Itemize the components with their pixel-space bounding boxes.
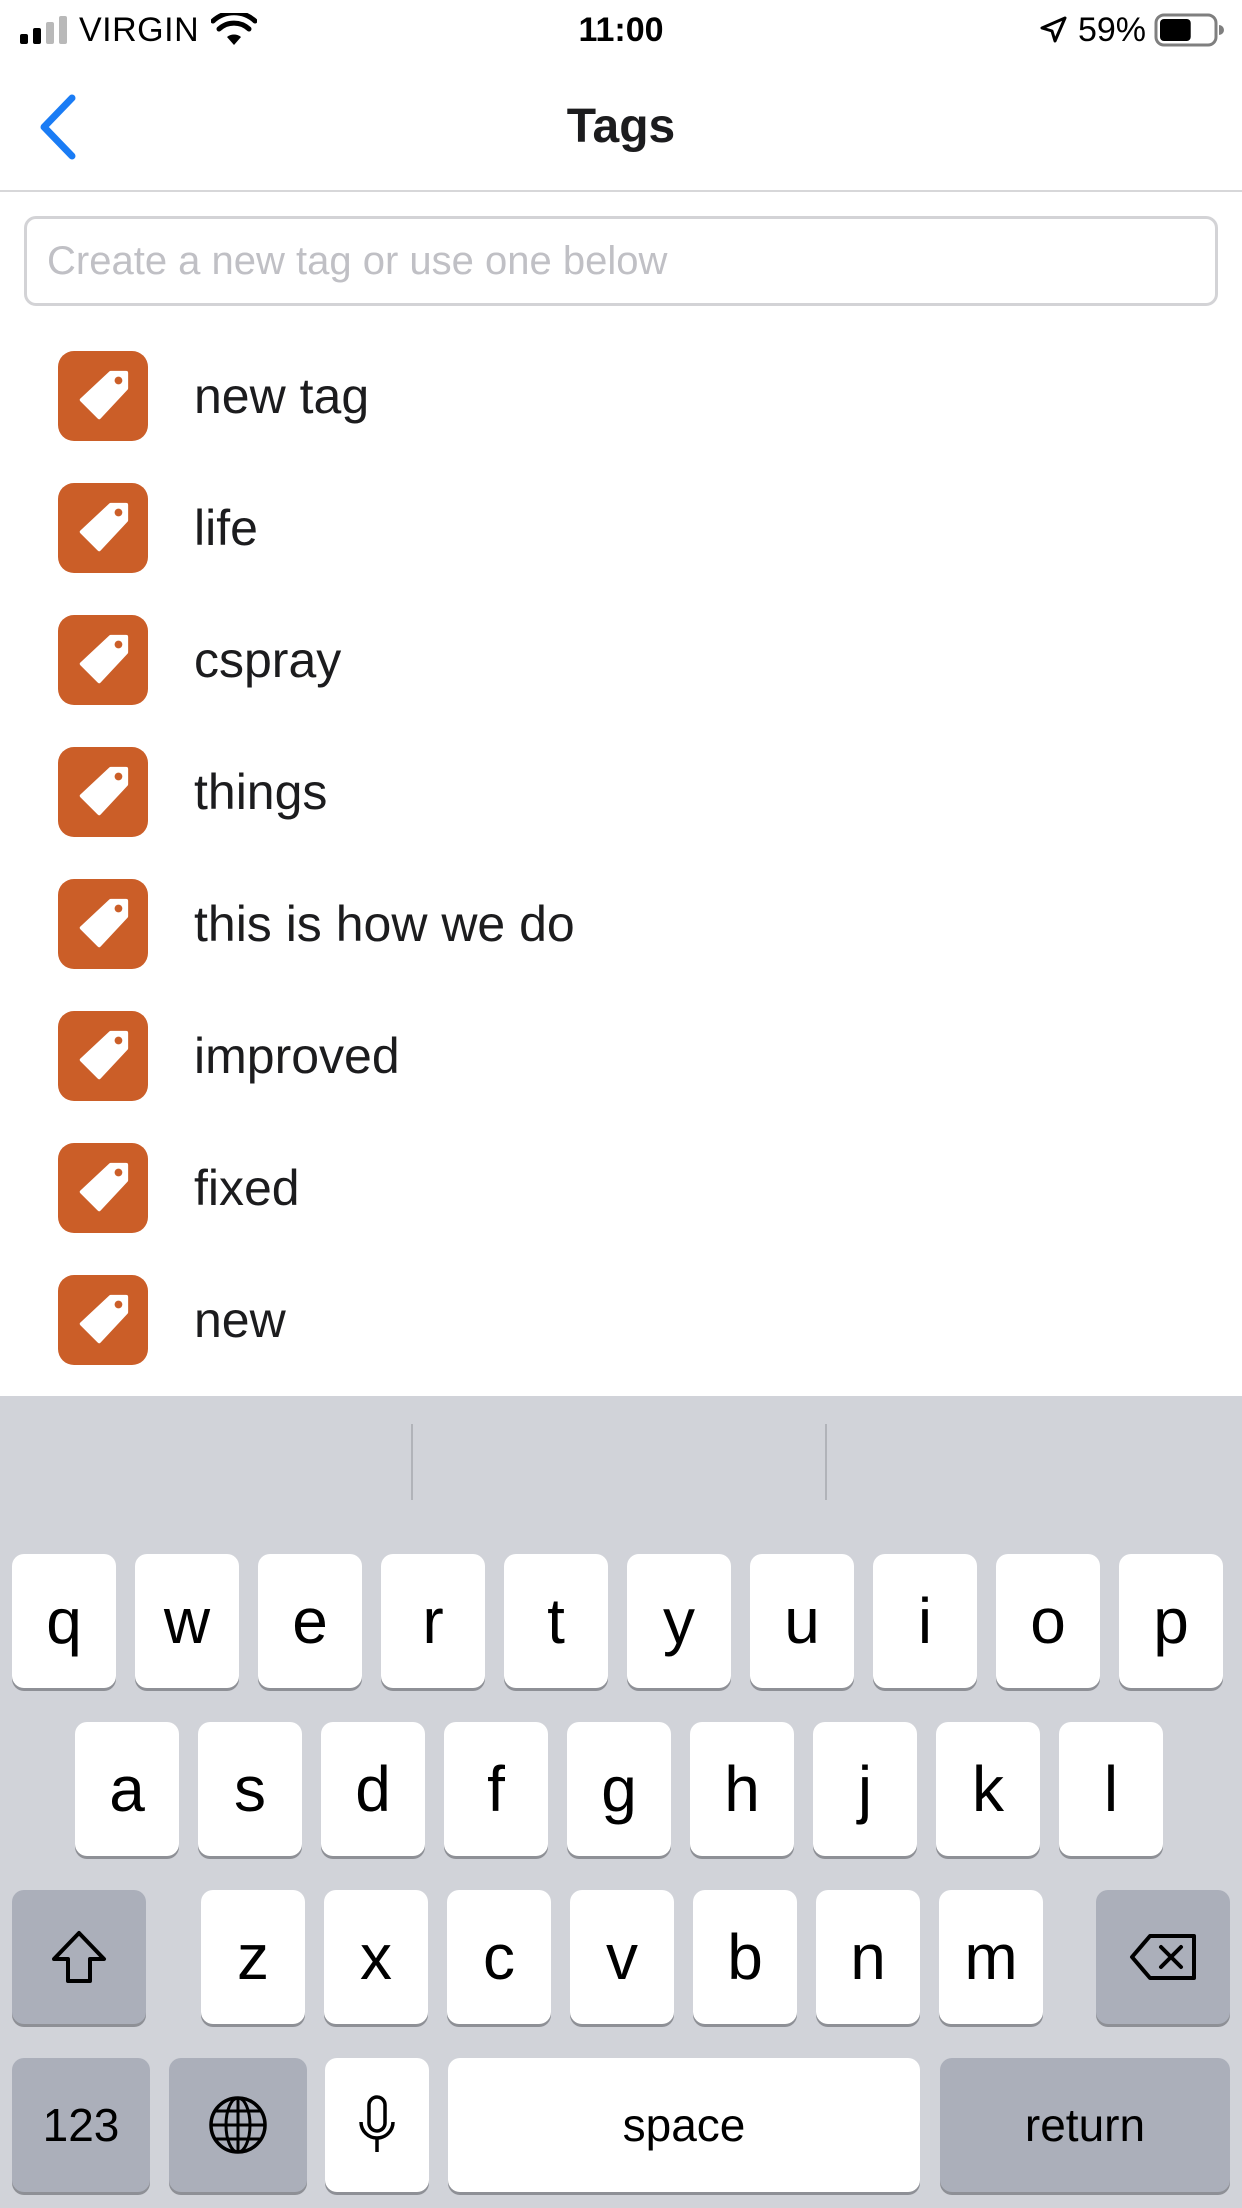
tag-row[interactable]: this is how we do: [0, 858, 1242, 990]
microphone-icon: [359, 2095, 395, 2152]
tag-icon: [58, 747, 148, 837]
key-m[interactable]: m: [939, 1890, 1043, 2024]
tag-row[interactable]: new: [0, 1254, 1242, 1386]
tag-label: new tag: [194, 368, 370, 424]
shift-key[interactable]: [12, 1890, 146, 2024]
microphone-key[interactable]: [325, 2058, 429, 2192]
tag-row[interactable]: improved: [0, 990, 1242, 1122]
location-arrow-icon: [1040, 16, 1067, 43]
key-v[interactable]: v: [570, 1890, 674, 2024]
tag-icon: [58, 615, 148, 705]
tag-label: new: [194, 1292, 286, 1348]
tag-icon: [58, 879, 148, 969]
tag-label: improved: [194, 1028, 400, 1084]
battery-icon: [1154, 13, 1224, 47]
tag-icon: [58, 1143, 148, 1233]
status-right: 59%: [1038, 8, 1224, 52]
page-title: Tags: [566, 100, 676, 153]
key-l[interactable]: l: [1059, 1722, 1163, 1856]
tag-row[interactable]: fixed: [0, 1122, 1242, 1254]
new-tag-input[interactable]: [24, 216, 1218, 306]
key-g[interactable]: g: [567, 1722, 671, 1856]
space-key[interactable]: space: [448, 2058, 920, 2192]
key-r[interactable]: r: [381, 1554, 485, 1688]
tag-label: things: [194, 764, 328, 820]
tag-row[interactable]: new tag: [0, 330, 1242, 462]
key-d[interactable]: d: [321, 1722, 425, 1856]
tag-row[interactable]: life: [0, 462, 1242, 594]
tag-label: this is how we do: [194, 896, 575, 952]
keyboard: q w e r t y u i o p a s d f g h j k l z x c v b n m 123 space return: [0, 1396, 1242, 2208]
predictive-text-bar: [0, 1396, 1242, 1536]
key-f[interactable]: f: [444, 1722, 548, 1856]
key-x[interactable]: x: [324, 1890, 428, 2024]
key-y[interactable]: y: [627, 1554, 731, 1688]
navigation-bar: Tags: [0, 62, 1242, 192]
key-h[interactable]: h: [690, 1722, 794, 1856]
shift-icon: [52, 1931, 106, 1983]
suggestion-divider: [411, 1424, 413, 1500]
numbers-key[interactable]: 123: [12, 2058, 150, 2192]
backspace-icon: [1130, 1934, 1196, 1980]
battery-percent: 59%: [1077, 10, 1146, 49]
tag-icon: [58, 351, 148, 441]
status-bar: VIRGIN 11:00 59%: [0, 0, 1242, 62]
key-w[interactable]: w: [135, 1554, 239, 1688]
globe-icon: [209, 2096, 267, 2154]
key-c[interactable]: c: [447, 1890, 551, 2024]
key-a[interactable]: a: [75, 1722, 179, 1856]
tag-label: cspray: [194, 632, 342, 688]
tag-list: new tag life cspray things this is how we do…: [0, 330, 1242, 1386]
key-e[interactable]: e: [258, 1554, 362, 1688]
key-p[interactable]: p: [1119, 1554, 1223, 1688]
key-q[interactable]: q: [12, 1554, 116, 1688]
key-o[interactable]: o: [996, 1554, 1100, 1688]
tag-row[interactable]: cspray: [0, 594, 1242, 726]
suggestion-divider: [825, 1424, 827, 1500]
tag-icon: [58, 483, 148, 573]
tag-icon: [58, 1275, 148, 1365]
key-z[interactable]: z: [201, 1890, 305, 2024]
key-i[interactable]: i: [873, 1554, 977, 1688]
key-s[interactable]: s: [198, 1722, 302, 1856]
key-b[interactable]: b: [693, 1890, 797, 2024]
return-key[interactable]: return: [940, 2058, 1230, 2192]
key-t[interactable]: t: [504, 1554, 608, 1688]
key-k[interactable]: k: [936, 1722, 1040, 1856]
delete-key[interactable]: [1096, 1890, 1230, 2024]
tag-row[interactable]: things: [0, 726, 1242, 858]
tag-label: life: [194, 500, 258, 556]
key-n[interactable]: n: [816, 1890, 920, 2024]
tag-icon: [58, 1011, 148, 1101]
key-u[interactable]: u: [750, 1554, 854, 1688]
globe-key[interactable]: [169, 2058, 307, 2192]
tag-label: fixed: [194, 1160, 300, 1216]
key-j[interactable]: j: [813, 1722, 917, 1856]
